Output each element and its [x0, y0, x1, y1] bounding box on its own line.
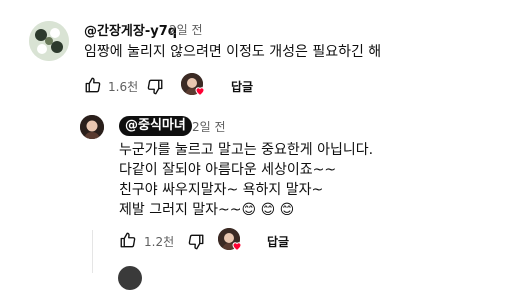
thumbs-down-icon	[188, 234, 204, 250]
like-button[interactable]	[84, 76, 102, 94]
reply-button[interactable]: 답글	[231, 78, 253, 95]
reply-like-count: 1.2천	[144, 235, 175, 249]
heart-icon	[195, 87, 205, 97]
dislike-button[interactable]	[146, 78, 164, 96]
reply-text-line-1: 누군가를 눌르고 말고는 중요한게 아닙니다.	[119, 142, 374, 158]
reply-text-line-2: 다같이 잘되야 아름다운 세상이죠~~	[119, 162, 337, 178]
thumbs-up-icon	[85, 77, 101, 93]
thread-connector-line	[92, 230, 93, 273]
creator-heart-badge	[181, 73, 207, 99]
commenter-handle[interactable]: @간장게장-y7q	[84, 20, 177, 39]
replier-avatar[interactable]	[80, 115, 104, 139]
reply-text-line-3: 친구야 싸우지말자~ 욕하지 말자~	[119, 182, 324, 198]
reply-dislike-button[interactable]	[187, 233, 205, 251]
commenter-avatar[interactable]	[29, 21, 69, 61]
thumbs-up-icon	[120, 232, 136, 248]
replier-handle-chip[interactable]: @중식마녀	[119, 116, 192, 136]
comment-text: 임짱에 눌리지 않으려면 이정도 개성은 필요하긴 해	[84, 44, 382, 60]
thumbs-down-icon	[147, 79, 163, 95]
heart-icon	[232, 242, 242, 252]
reply-text-line-4: 제발 그러지 말자~~😊 😊 😊	[119, 202, 295, 218]
next-reply-avatar-partial	[118, 266, 142, 290]
reply-like-button[interactable]	[119, 231, 137, 249]
reply-reply-button[interactable]: 답글	[267, 233, 289, 250]
like-count: 1.6천	[108, 80, 139, 94]
reply-timestamp[interactable]: 2일 전	[192, 118, 226, 135]
comment-timestamp[interactable]: 2일 전	[169, 21, 203, 38]
reply-creator-heart-badge	[218, 228, 244, 254]
